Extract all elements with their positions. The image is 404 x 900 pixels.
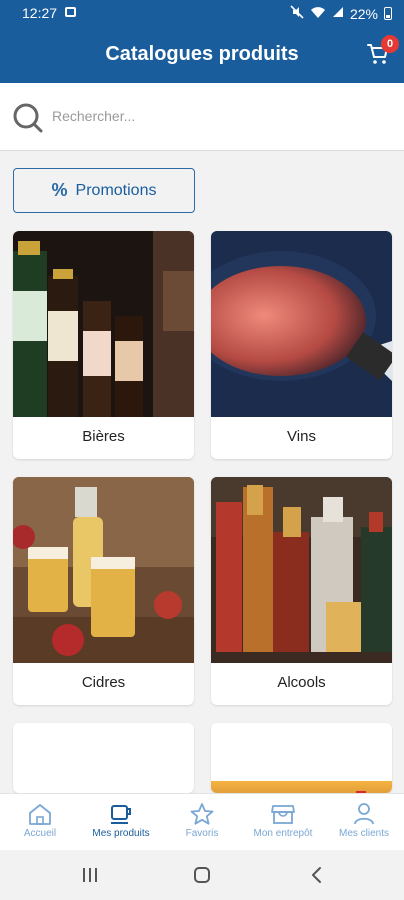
store-icon: [271, 805, 295, 824]
percent-icon: %: [51, 180, 68, 200]
status-time: 12:27: [22, 5, 58, 21]
category-label: Bières: [82, 428, 125, 445]
search-bar: [0, 83, 404, 151]
nav-mon-entrepot[interactable]: Mon entrepôt: [243, 794, 323, 851]
category-label: Vins: [287, 428, 316, 445]
image-notification-icon: [65, 7, 76, 17]
wine-glass-image: [211, 231, 392, 417]
nav-label: Favoris: [185, 828, 219, 839]
battery-icon: [384, 7, 392, 20]
category-card-6[interactable]: [211, 723, 392, 793]
category-card-vins[interactable]: Vins: [211, 231, 392, 459]
category-label: Alcools: [277, 674, 326, 691]
status-indicators: 22%: [290, 5, 392, 22]
category-label: Cidres: [81, 674, 126, 691]
search-input[interactable]: [52, 103, 382, 129]
battery-percent: 22%: [349, 5, 378, 22]
status-bar: 12:27 22%: [0, 0, 404, 25]
app-header: Catalogues produits 0: [0, 25, 404, 83]
bottom-navigation: Accueil Mes produits Favoris Mon entrepô…: [0, 793, 404, 850]
coffee-cup-icon: [111, 805, 131, 824]
back-icon[interactable]: [310, 866, 324, 884]
nav-label: Mes produits: [92, 828, 150, 839]
category-card-5[interactable]: [13, 723, 194, 793]
beer-bottles-image: [13, 231, 194, 417]
nav-mes-clients[interactable]: Mes clients: [324, 794, 404, 851]
nav-label: Mon entrepôt: [253, 828, 313, 839]
star-icon: [190, 803, 214, 825]
mute-icon: [290, 5, 304, 22]
cider-glasses-image: [13, 477, 194, 663]
promotions-label: Promotions: [75, 181, 157, 199]
category-card-cidres[interactable]: Cidres: [13, 477, 194, 705]
search-icon[interactable]: [12, 102, 44, 134]
nav-label: Accueil: [23, 828, 57, 839]
category-card-alcools[interactable]: Alcools: [211, 477, 392, 705]
person-icon: [354, 803, 374, 825]
recent-apps-icon[interactable]: [81, 867, 99, 883]
wifi-icon: [310, 6, 326, 22]
promotions-button[interactable]: % Promotions: [13, 168, 195, 213]
home-button-icon[interactable]: [193, 866, 211, 884]
page-title: Catalogues produits: [105, 43, 299, 65]
nav-accueil[interactable]: Accueil: [0, 794, 80, 851]
signal-icon: [332, 6, 344, 21]
nav-label: Mes clients: [338, 828, 389, 839]
home-icon: [29, 804, 51, 825]
category-card-bieres[interactable]: Bières: [13, 231, 194, 459]
nav-mes-produits[interactable]: Mes produits: [81, 794, 161, 851]
cart-count-badge: 0: [381, 35, 399, 53]
liquor-bottles-image: [211, 477, 392, 663]
system-navigation-bar: [0, 850, 404, 900]
nav-favoris[interactable]: Favoris: [162, 794, 242, 851]
category-image: [211, 781, 392, 793]
